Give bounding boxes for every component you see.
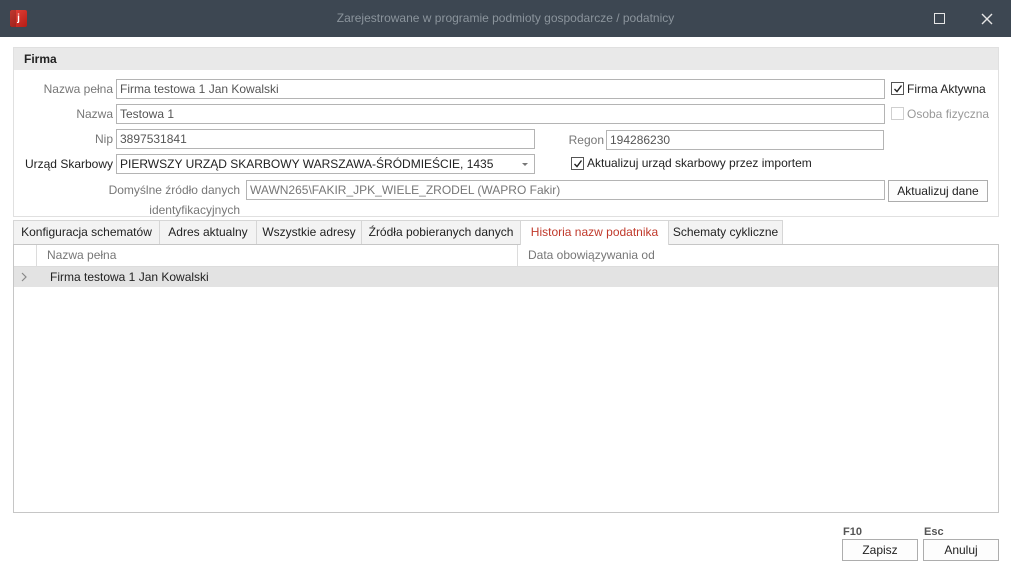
tab-historia-nazw-podatnika[interactable]: Historia nazw podatnika bbox=[520, 220, 669, 245]
nazwa-input[interactable]: Testowa 1 bbox=[116, 104, 885, 124]
nip-label: Nip bbox=[94, 132, 113, 146]
close-icon bbox=[981, 13, 993, 24]
chevron-right-icon[interactable] bbox=[20, 272, 28, 282]
osoba-fizyczna-label: Osoba fizyczna bbox=[907, 107, 990, 121]
nazwa-pelna-label: Nazwa pełna bbox=[43, 82, 113, 96]
chevron-down-icon bbox=[522, 163, 528, 166]
urzad-skarbowy-label: Urząd Skarbowy bbox=[24, 157, 113, 171]
save-button[interactable]: Zapisz bbox=[842, 539, 918, 561]
column-header-data-obowiazywania[interactable]: Data obowiązywania od bbox=[517, 245, 998, 266]
tab-schematy-cykliczne[interactable]: Schematy cykliczne bbox=[668, 220, 783, 244]
nazwa-pelna-input[interactable]: Firma testowa 1 Jan Kowalski bbox=[116, 79, 885, 99]
window-titlebar: j Zarejestrowane w programie podmioty go… bbox=[0, 0, 1011, 37]
cell-nazwa-pelna: Firma testowa 1 Jan Kowalski bbox=[50, 270, 209, 284]
grid-header: Nazwa pełna Data obowiązywania od bbox=[14, 245, 998, 267]
cell-data-obowiazywania bbox=[528, 267, 988, 287]
close-button[interactable] bbox=[964, 0, 1010, 37]
maximize-button[interactable] bbox=[916, 0, 962, 37]
nip-input[interactable]: 3897531841 bbox=[116, 129, 535, 149]
urzad-skarbowy-select[interactable]: PIERWSZY URZĄD SKARBOWY WARSZAWA-ŚRÓDMIE… bbox=[116, 154, 535, 174]
zrodlo-input[interactable]: WAWN265\FAKIR_JPK_WIELE_ZRODEL (WAPRO Fa… bbox=[246, 180, 885, 200]
save-shortcut-hint: F10 bbox=[843, 526, 862, 538]
regon-input[interactable]: 194286230 bbox=[606, 130, 884, 150]
tab-adres-aktualny[interactable]: Adres aktualny bbox=[159, 220, 257, 244]
historia-grid: Nazwa pełna Data obowiązywania od Firma … bbox=[13, 244, 999, 513]
aktualizuj-us-checkbox[interactable] bbox=[571, 157, 584, 170]
regon-label: Regon bbox=[568, 133, 604, 147]
firma-aktywna-checkbox[interactable] bbox=[891, 82, 904, 95]
cancel-button[interactable]: Anuluj bbox=[923, 539, 999, 561]
firma-aktywna-label: Firma Aktywna bbox=[907, 82, 986, 96]
nazwa-label: Nazwa bbox=[76, 107, 113, 121]
maximize-icon bbox=[933, 13, 945, 24]
window-title: Zarejestrowane w programie podmioty gosp… bbox=[336, 11, 675, 25]
tab-konfiguracja-schematow[interactable]: Konfiguracja schematów bbox=[13, 220, 160, 244]
zrodlo-label: Domyślne źródło danych identyfikacyjnych bbox=[108, 183, 240, 217]
aktualizuj-us-label: Aktualizuj urząd skarbowy przez importem bbox=[587, 156, 812, 170]
tab-wszystkie-adresy[interactable]: Wszystkie adresy bbox=[256, 220, 362, 244]
firma-header: Firma bbox=[14, 48, 998, 70]
check-icon bbox=[574, 160, 583, 168]
column-header-nazwa-pelna[interactable]: Nazwa pełna bbox=[36, 245, 517, 266]
aktualizuj-dane-button[interactable]: Aktualizuj dane bbox=[888, 180, 988, 202]
urzad-skarbowy-value: PIERWSZY URZĄD SKARBOWY WARSZAWA-ŚRÓDMIE… bbox=[120, 157, 494, 171]
tab-zrodla-pobieranych-danych[interactable]: Źródła pobieranych danych bbox=[361, 220, 521, 244]
cancel-shortcut-hint: Esc bbox=[924, 526, 944, 538]
osoba-fizyczna-checkbox[interactable] bbox=[891, 107, 904, 120]
check-icon bbox=[894, 85, 903, 93]
table-row[interactable]: Firma testowa 1 Jan Kowalski bbox=[14, 267, 998, 287]
